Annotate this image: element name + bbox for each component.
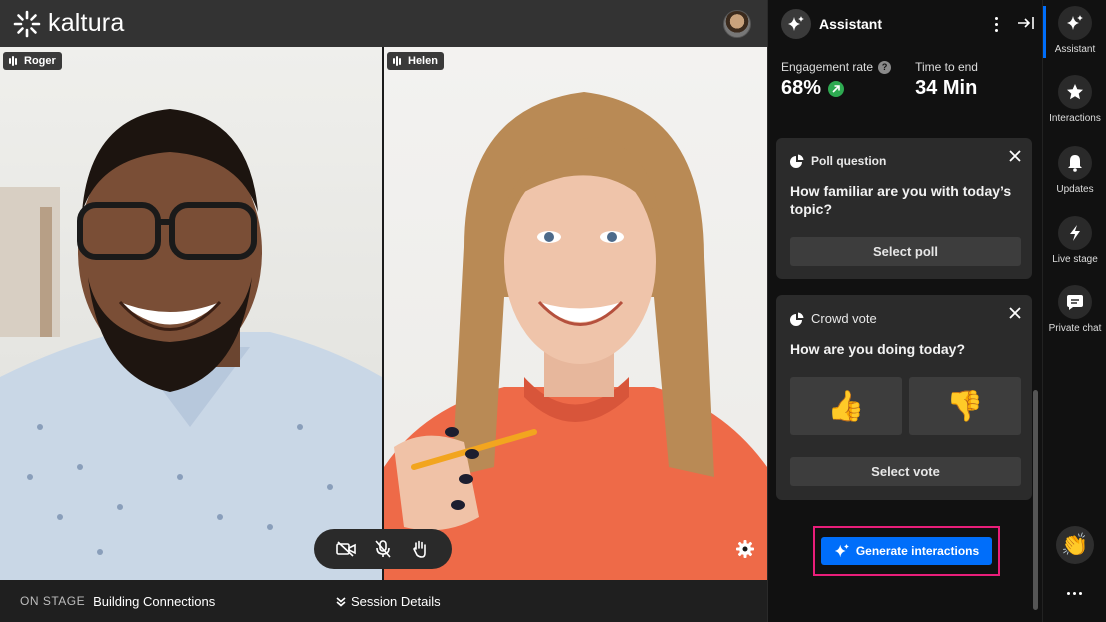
assistant-badge: [781, 8, 811, 39]
participant-name-tag: Helen: [387, 52, 444, 70]
assistant-title: Assistant: [819, 15, 883, 32]
sparkle-icon: [788, 15, 804, 31]
settings-gear-icon[interactable]: [735, 539, 755, 559]
rail-label: Assistant: [1054, 44, 1096, 55]
thumbs-down-icon: 👎: [946, 389, 984, 423]
participant-name-tag: Roger: [3, 52, 62, 70]
video-stage: Roger Helen: [0, 47, 767, 580]
camera-off-button[interactable]: [335, 538, 357, 560]
close-icon[interactable]: [1008, 306, 1022, 320]
participant-tile-roger: Roger: [0, 47, 382, 580]
participant-name: Roger: [24, 55, 56, 67]
session-bar: ON STAGE Building Connections Session De…: [0, 580, 767, 622]
rail-item-assistant[interactable]: Assistant: [1043, 6, 1106, 55]
participant-name: Helen: [408, 55, 438, 67]
trend-up-icon: [828, 80, 845, 97]
right-navigation-rail: Assistant Interactions Updates Live stag…: [1042, 0, 1106, 622]
on-stage-label: ON STAGE: [20, 594, 86, 608]
double-chevron-down-icon: [336, 596, 346, 607]
media-controls: [314, 529, 452, 569]
participant-tile-helen: Helen: [384, 47, 767, 580]
session-details-label: Session Details: [351, 594, 441, 609]
engagement-metric: Engagement rate ? 68%: [781, 60, 892, 100]
time-label: Time to end: [915, 60, 978, 74]
rail-label: Updates: [1056, 184, 1094, 195]
crowd-vote-suggestion-card: Crowd vote How are you doing today? 👍 👎 …: [776, 295, 1032, 500]
select-poll-button[interactable]: Select poll: [790, 237, 1021, 266]
raise-hand-button[interactable]: [409, 538, 431, 560]
vote-type-label: Crowd vote: [811, 311, 877, 326]
brand-name: kaltura: [48, 9, 125, 37]
hand-icon: [412, 540, 426, 558]
help-icon[interactable]: ?: [878, 60, 892, 74]
chat-icon: [1067, 295, 1083, 310]
session-details-toggle[interactable]: Session Details: [336, 594, 441, 609]
rail-label: Live stage: [1052, 254, 1098, 265]
reaction-button[interactable]: 👏: [1056, 526, 1094, 564]
assistant-panel: Assistant Engagement rate ? 68% Time to …: [767, 0, 1042, 622]
generate-interactions-label: Generate interactions: [855, 544, 980, 558]
user-avatar[interactable]: [723, 10, 751, 38]
generate-highlight: Generate interactions: [813, 526, 1000, 576]
participant-video-helen: [384, 92, 767, 580]
star-icon: [1067, 84, 1083, 100]
lightning-icon: [1070, 225, 1080, 241]
bell-icon: [1068, 155, 1082, 172]
engagement-value: 68%: [781, 77, 822, 99]
kaltura-logo-mark-icon: [13, 10, 41, 37]
rail-label: Interactions: [1049, 113, 1101, 124]
camera-off-icon: [336, 541, 357, 557]
clapping-hands-icon: 👏: [1061, 532, 1089, 557]
rail-item-interactions[interactable]: Interactions: [1043, 75, 1106, 124]
engagement-label: Engagement rate: [781, 60, 874, 74]
thumbs-up-icon: 👍: [827, 389, 865, 423]
audio-level-icon: [393, 56, 403, 66]
thumbs-down-option[interactable]: 👎: [909, 377, 1021, 435]
rail-item-live-stage[interactable]: Live stage: [1043, 216, 1106, 265]
pie-chart-icon: [790, 312, 804, 326]
assistant-scroll-area: Poll question How familiar are you with …: [768, 125, 1043, 622]
generate-interactions-button[interactable]: Generate interactions: [821, 537, 992, 565]
poll-question-text: How familiar are you with today’s topic?: [790, 183, 1012, 217]
poll-type-label: Poll question: [811, 154, 887, 168]
more-options-button[interactable]: [1067, 592, 1083, 598]
engagement-metrics: Engagement rate ? 68% Time to end 34 Min: [781, 60, 1002, 100]
rail-item-private-chat[interactable]: Private chat: [1043, 285, 1106, 334]
vote-question-text: How are you doing today?: [790, 341, 966, 357]
sparkle-icon: [834, 543, 849, 558]
assistant-header: Assistant: [768, 0, 1043, 47]
assistant-scrollbar[interactable]: [1033, 390, 1038, 610]
kaltura-logo: kaltura: [12, 9, 124, 39]
sparkle-icon: [1067, 15, 1083, 30]
select-vote-button[interactable]: Select vote: [790, 457, 1021, 486]
pie-chart-icon: [790, 154, 804, 168]
top-bar: kaltura: [0, 0, 767, 47]
session-name: Building Connections: [93, 593, 216, 609]
time-to-end-metric: Time to end 34 Min: [915, 60, 978, 100]
more-options-button[interactable]: [989, 14, 1003, 34]
mic-off-icon: [375, 540, 391, 558]
collapse-panel-icon[interactable]: [1017, 14, 1035, 32]
time-value: 34 Min: [915, 77, 978, 99]
rail-label: Private chat: [1048, 323, 1102, 334]
poll-suggestion-card: Poll question How familiar are you with …: [776, 138, 1032, 279]
audio-level-icon: [9, 56, 19, 66]
rail-item-updates[interactable]: Updates: [1043, 146, 1106, 195]
participant-video-roger: [0, 109, 382, 580]
close-icon[interactable]: [1008, 149, 1022, 163]
mic-off-button[interactable]: [372, 538, 394, 560]
thumbs-up-option[interactable]: 👍: [790, 377, 902, 435]
